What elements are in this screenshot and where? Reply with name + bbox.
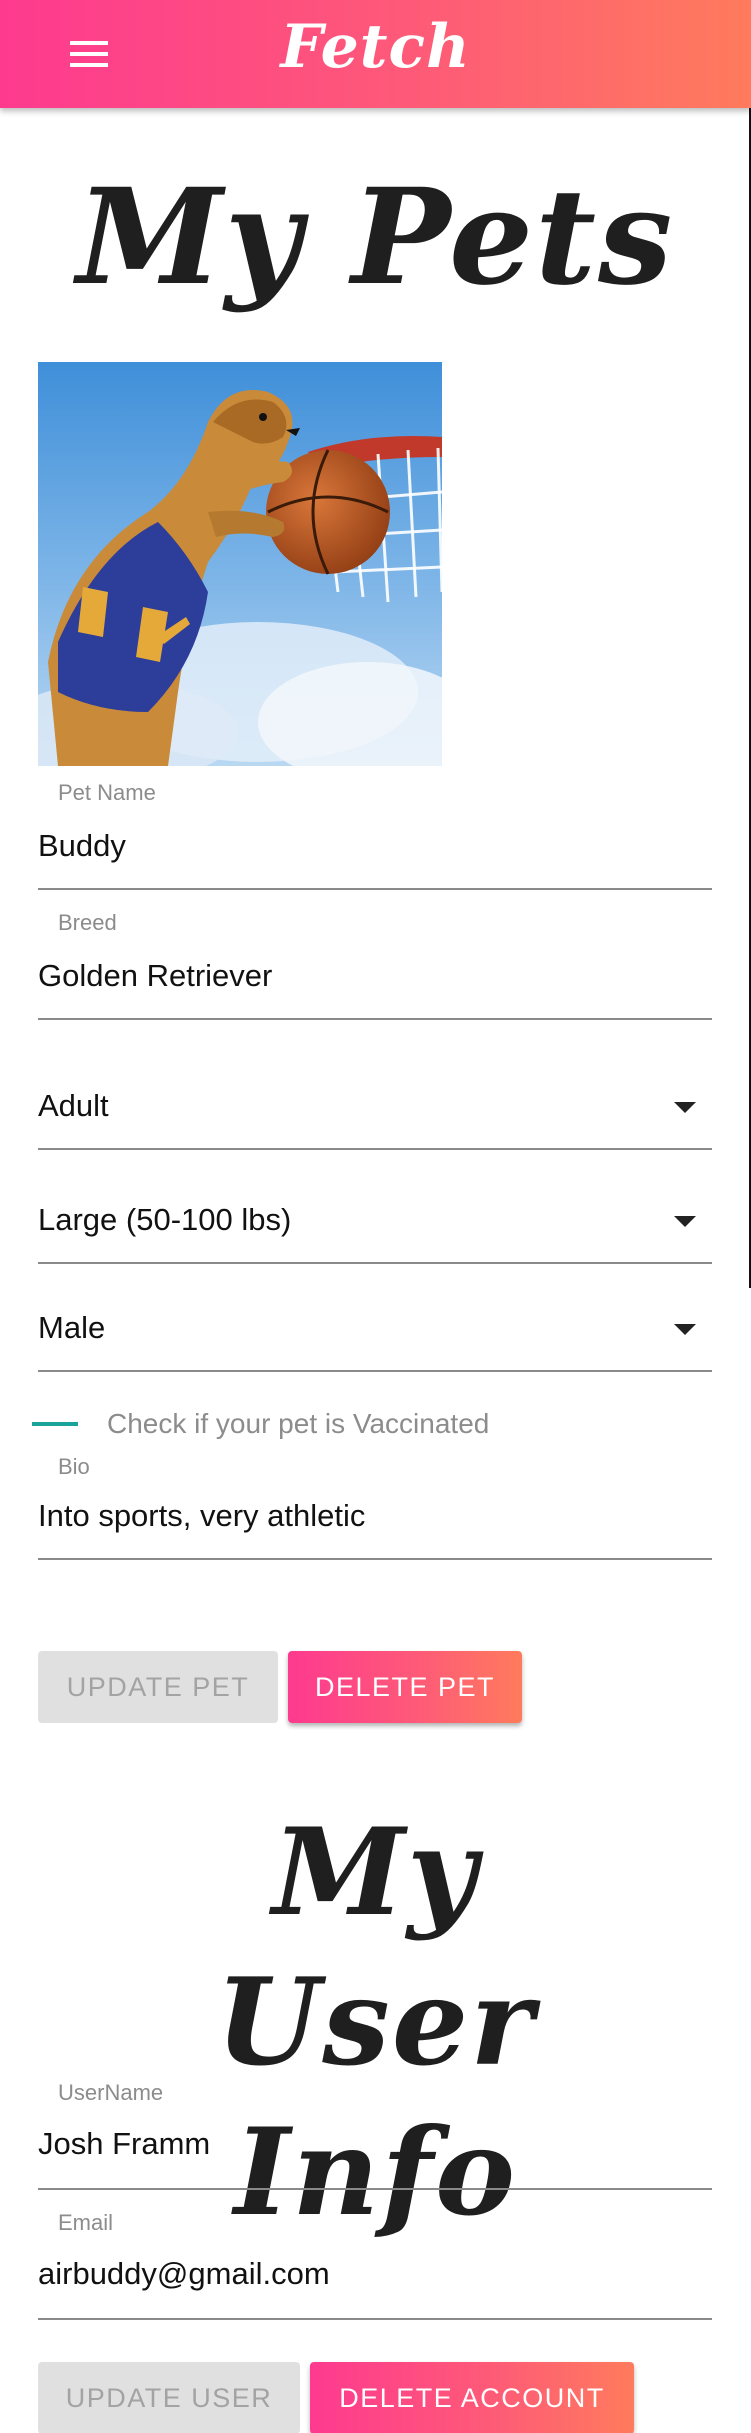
username-field[interactable]: UserName Josh Framm [38,2080,712,2190]
pets-heading: My Pets [76,160,675,315]
age-select[interactable]: Adult [38,1060,712,1150]
sex-dropdown-icon [674,1324,696,1335]
vaccinated-label: Check if your pet is Vaccinated [107,1408,490,1439]
app-bar: Fetch [0,0,751,108]
app-logo: Fetch [280,12,471,82]
delete-pet-button[interactable]: DELETE PET [288,1651,522,1723]
age-value: Adult [38,1088,109,1123]
email-value: airbuddy@gmail.com [38,2256,330,2291]
vaccinated-checkbox[interactable]: Check if your pet is Vaccinated [32,1404,732,1444]
update-pet-button[interactable]: UPDATE PET [38,1651,278,1723]
size-select[interactable]: Large (50-100 lbs) [38,1180,712,1264]
update-user-button[interactable]: UPDATE USER [38,2362,300,2433]
pet-name-field[interactable]: Pet Name Buddy [38,780,712,890]
bio-value: Into sports, very athletic [38,1498,366,1533]
bio-label: Bio [58,1454,90,1479]
age-dropdown-icon [674,1102,696,1113]
pet-photo [38,362,442,766]
size-value: Large (50-100 lbs) [38,1202,292,1237]
sex-value: Male [38,1310,106,1345]
breed-label: Breed [58,910,117,935]
breed-value: Golden Retriever [38,958,273,993]
checkbox-indeterminate-icon [32,1422,78,1426]
username-value: Josh Framm [38,2126,211,2161]
sex-select[interactable]: Male [38,1290,712,1372]
pet-name-value: Buddy [38,828,126,863]
bio-field[interactable]: Bio Into sports, very athletic [38,1454,712,1560]
size-dropdown-icon [674,1216,696,1227]
breed-field[interactable]: Breed Golden Retriever [38,910,712,1020]
email-label: Email [58,2210,114,2235]
delete-account-button[interactable]: DELETE ACCOUNT [310,2362,634,2433]
pet-name-label: Pet Name [58,780,156,805]
username-label: UserName [58,2080,164,2105]
email-field[interactable]: Email airbuddy@gmail.com [38,2210,712,2320]
